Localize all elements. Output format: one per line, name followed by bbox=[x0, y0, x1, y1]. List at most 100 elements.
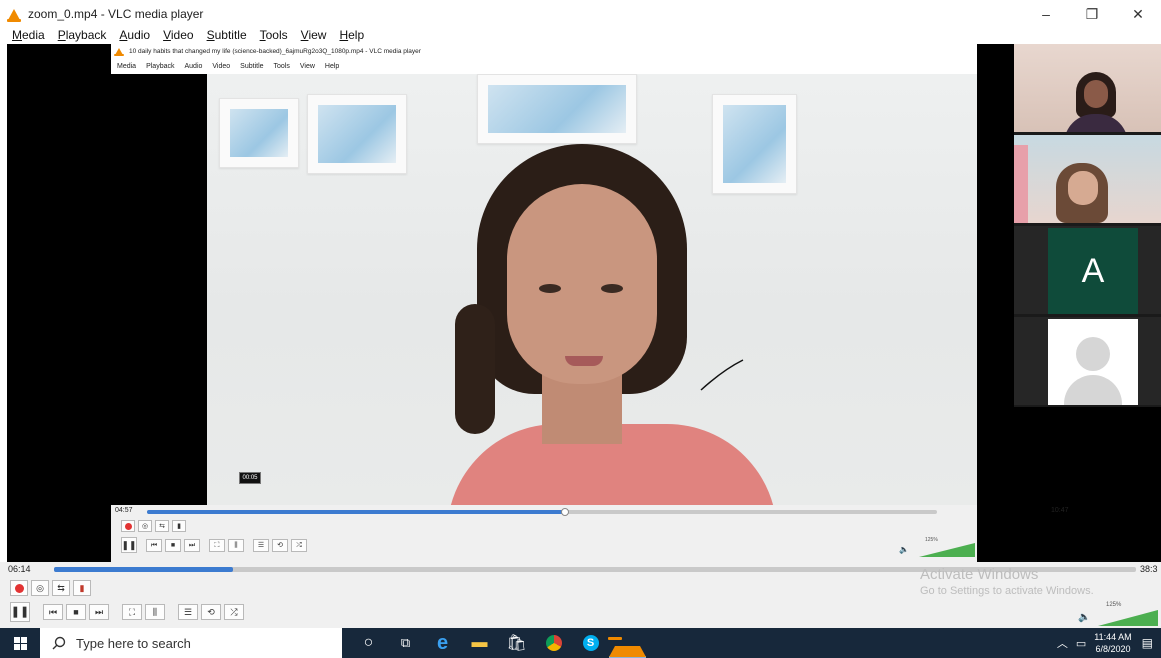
previous-button[interactable]: ⏮ bbox=[43, 604, 63, 620]
inner-menu-playback[interactable]: Playback bbox=[146, 63, 174, 70]
volume-control[interactable]: 🔈 125% bbox=[1078, 602, 1160, 626]
inner-menu-audio[interactable]: Audio bbox=[184, 63, 202, 70]
participant-video-tile[interactable] bbox=[1014, 44, 1161, 132]
menu-view[interactable]: View bbox=[301, 28, 327, 42]
video-area[interactable]: 10 daily habits that changed my life (sc… bbox=[7, 44, 1161, 562]
task-view-icon[interactable]: ⧉ bbox=[387, 628, 424, 658]
inner-seek-progress bbox=[147, 510, 566, 514]
shuffle-button[interactable]: ⤮ bbox=[224, 604, 244, 620]
extended-settings-button[interactable]: ⫼ bbox=[145, 604, 165, 620]
vlc-cone-icon bbox=[7, 8, 21, 22]
inner-extended-settings-button[interactable]: ⫼ bbox=[228, 538, 244, 552]
menu-tools[interactable]: Tools bbox=[260, 28, 288, 42]
inner-seek-bar[interactable] bbox=[147, 510, 937, 514]
inner-previous-button[interactable]: ⏮ bbox=[146, 538, 162, 552]
edge-icon[interactable]: e bbox=[424, 628, 461, 658]
inner-pause-button[interactable]: ❚❚ bbox=[121, 537, 137, 553]
inner-shuffle-button[interactable]: ⤮ bbox=[291, 538, 307, 552]
stop-button[interactable]: ■ bbox=[66, 604, 86, 620]
camera-icon: ◎ bbox=[36, 582, 44, 593]
inner-volume-control[interactable]: 🔈 125% bbox=[899, 537, 975, 557]
pause-icon: ❚❚ bbox=[121, 539, 137, 550]
skype-icon[interactable]: S bbox=[572, 628, 609, 658]
inner-seek-row: 04:57 10:47 bbox=[111, 506, 1069, 518]
inner-fullscreen-button[interactable]: ⛶ bbox=[209, 538, 225, 552]
speaker-icon: 🔈 bbox=[899, 545, 909, 554]
vlc-icon[interactable] bbox=[608, 628, 646, 658]
inner-frame-step-button[interactable]: ▮ bbox=[172, 520, 186, 532]
pause-button[interactable]: ❚❚ bbox=[10, 602, 30, 622]
inner-loop-ab-button[interactable]: ⇆ bbox=[155, 520, 169, 532]
record-button[interactable] bbox=[10, 580, 28, 596]
menu-subtitle[interactable]: Subtitle bbox=[207, 28, 247, 42]
loop-button[interactable]: ⟲ bbox=[201, 604, 221, 620]
taskbar-search-box[interactable]: Type here to search bbox=[40, 628, 342, 658]
store-icon[interactable]: 🛍 bbox=[498, 628, 535, 658]
record-icon bbox=[14, 583, 24, 593]
inner-playlist-button[interactable]: ☰ bbox=[253, 538, 269, 552]
playlist-button[interactable]: ☰ bbox=[178, 604, 198, 620]
minimize-button[interactable]: – bbox=[1023, 0, 1069, 28]
inner-menu-video[interactable]: Video bbox=[212, 63, 230, 70]
inner-menu-view[interactable]: View bbox=[300, 63, 315, 70]
inner-menu-tools[interactable]: Tools bbox=[274, 63, 290, 70]
notifications-icon[interactable]: ▤ bbox=[1142, 636, 1153, 650]
elapsed-time: 06:14 bbox=[8, 564, 31, 574]
inner-snapshot-button[interactable]: ◎ bbox=[138, 520, 152, 532]
inner-seek-knob[interactable] bbox=[561, 508, 570, 516]
fullscreen-button[interactable]: ⛶ bbox=[122, 604, 142, 620]
participant-video-tile[interactable] bbox=[1014, 135, 1161, 223]
volume-label: 125% bbox=[1106, 602, 1122, 608]
start-button[interactable] bbox=[0, 628, 40, 658]
menu-playback[interactable]: Playback bbox=[58, 28, 107, 42]
watermark-line-1: Activate Windows bbox=[920, 566, 1039, 583]
taskbar-clock[interactable]: 11:44 AM 6/8/2020 bbox=[1094, 631, 1131, 655]
inner-menu-media[interactable]: Media bbox=[117, 63, 136, 70]
video-frame[interactable] bbox=[207, 74, 977, 505]
inner-advanced-row: ◎ ⇆ ▮ bbox=[121, 520, 189, 532]
menu-audio[interactable]: Audio bbox=[119, 28, 150, 42]
inner-next-button[interactable]: ⏭ bbox=[184, 538, 200, 552]
participant-initial-tile[interactable]: A bbox=[1014, 226, 1161, 314]
inner-loop-button[interactable]: ⟲ bbox=[272, 538, 288, 552]
menu-video[interactable]: Video bbox=[163, 28, 193, 42]
windows-logo-icon bbox=[13, 636, 27, 650]
frame-step-icon: ▮ bbox=[177, 522, 181, 530]
inner-menu-subtitle[interactable]: Subtitle bbox=[240, 63, 263, 70]
snapshot-button[interactable]: ◎ bbox=[31, 580, 49, 596]
inner-stop-button[interactable]: ■ bbox=[165, 538, 181, 552]
close-button[interactable]: ✕ bbox=[1115, 0, 1161, 28]
inner-record-button[interactable] bbox=[121, 520, 135, 532]
frame-step-button[interactable]: ▮ bbox=[73, 580, 91, 596]
inner-main-controls: ❚❚ ⏮ ■ ⏭ ⛶ ⫼ ☰ ⟲ ⤮ bbox=[121, 537, 310, 553]
vlc-screen: zoom_0.mp4 - VLC media player – ❐ ✕ Medi… bbox=[0, 0, 1161, 658]
inner-menu-help[interactable]: Help bbox=[325, 63, 339, 70]
shuffle-icon: ⤮ bbox=[296, 541, 302, 549]
participant-avatar-tile[interactable] bbox=[1014, 317, 1161, 405]
inner-menu-bar: Media Playback Audio Video Subtitle Tool… bbox=[111, 58, 977, 74]
volume-slider[interactable] bbox=[1098, 610, 1158, 626]
stop-icon: ■ bbox=[73, 606, 79, 617]
frame-step-icon: ▮ bbox=[79, 582, 85, 593]
playlist-icon: ☰ bbox=[183, 606, 193, 617]
annotation-stroke bbox=[700, 359, 744, 391]
playlist-icon: ☰ bbox=[257, 541, 265, 549]
zoom-participant-panel: A bbox=[1014, 44, 1161, 407]
cortana-icon[interactable]: ○ bbox=[350, 628, 387, 658]
next-button[interactable]: ⏭ bbox=[89, 604, 109, 620]
maximize-button[interactable]: ❐ bbox=[1069, 0, 1115, 28]
network-icon[interactable]: ▭ bbox=[1076, 637, 1086, 650]
chrome-icon[interactable] bbox=[535, 628, 572, 658]
inner-volume-slider[interactable] bbox=[919, 543, 975, 557]
tray-overflow-icon[interactable]: ︿ bbox=[1057, 635, 1068, 651]
file-explorer-icon[interactable]: ▬ bbox=[461, 628, 498, 658]
inner-control-bar: 04:57 10:47 ◎ ⇆ ▮ ❚❚ ⏮ ■ ⏭ ⛶ ⫼ ☰ ⟲ ⤮ 🔈 1… bbox=[111, 505, 1069, 562]
wall-picture bbox=[307, 94, 407, 174]
skip-forward-icon: ⏭ bbox=[188, 541, 196, 549]
inner-title-bar: 10 daily habits that changed my life (sc… bbox=[111, 44, 977, 58]
loop-ab-button[interactable]: ⇆ bbox=[52, 580, 70, 596]
inner-vlc-cone-icon bbox=[114, 47, 124, 56]
menu-media[interactable]: Media bbox=[12, 28, 45, 42]
stop-icon: ■ bbox=[170, 541, 176, 549]
menu-help[interactable]: Help bbox=[339, 28, 364, 42]
